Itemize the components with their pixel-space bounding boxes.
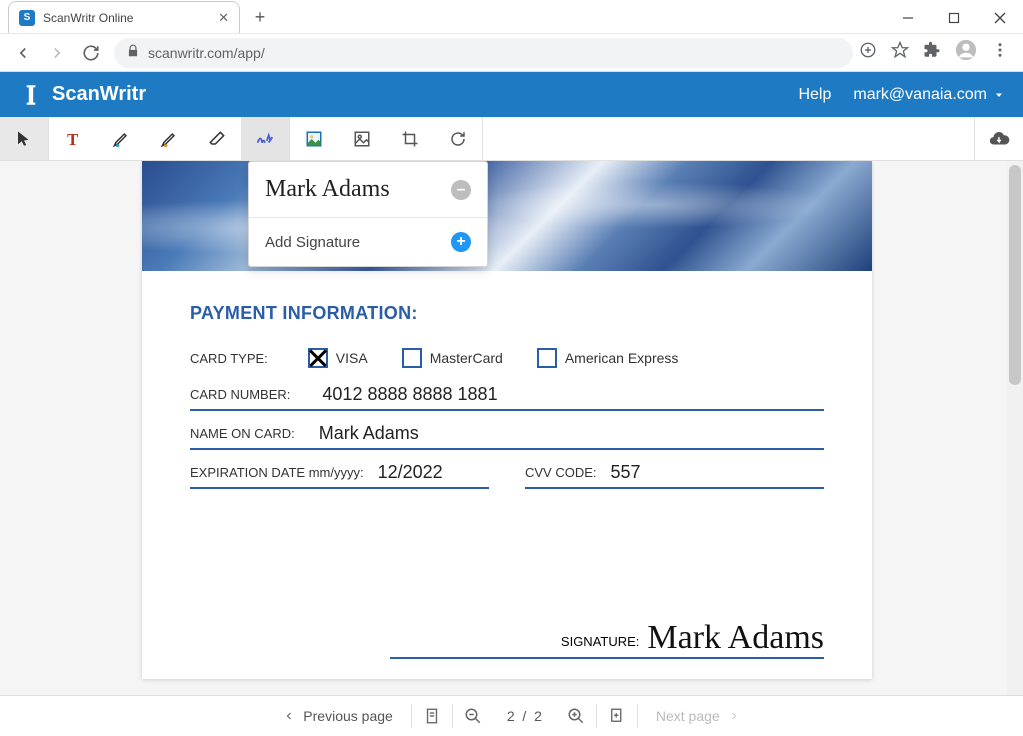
user-menu[interactable]: mark@vanaia.com (853, 86, 1005, 104)
signature-label: SIGNATURE: (561, 634, 640, 655)
crop-tool[interactable] (386, 117, 434, 160)
checkbox-visa[interactable] (308, 348, 328, 368)
tab-title: ScanWritr Online (43, 11, 218, 25)
add-page-button[interactable] (597, 696, 637, 736)
window-maximize-button[interactable] (931, 3, 977, 33)
add-signature-label: Add Signature (265, 234, 360, 251)
zoom-in-button[interactable] (556, 696, 596, 736)
pagination-footer: Previous page 2 / 2 Next page (0, 695, 1023, 735)
signature-tool[interactable] (241, 117, 289, 160)
card-type-amex-option[interactable]: American Express (537, 348, 679, 368)
card-type-row: CARD TYPE: VISA MasterCard American Expr… (190, 348, 824, 368)
highlighter-tool[interactable] (97, 117, 145, 160)
signature-item[interactable]: Mark Adams – (249, 162, 487, 217)
app-name: ScanWritr (52, 83, 146, 106)
browser-tab[interactable]: S ScanWritr Online ✕ (8, 1, 240, 33)
text-cursor-icon (18, 82, 44, 108)
tab-close-icon[interactable]: ✕ (218, 10, 229, 26)
browser-titlebar: S ScanWritr Online ✕ + (0, 0, 1023, 34)
next-page-button[interactable]: Next page (638, 696, 758, 736)
cvv-row: CVV CODE: 557 (525, 462, 824, 489)
app-header: ScanWritr Help mark@vanaia.com (0, 72, 1023, 117)
app-logo[interactable]: ScanWritr (18, 82, 146, 108)
card-number-label: CARD NUMBER: (190, 387, 290, 402)
expiration-row: EXPIRATION DATE mm/yyyy: 12/2022 (190, 462, 489, 489)
signature-value[interactable]: Mark Adams (647, 621, 824, 655)
eraser-tool[interactable] (193, 117, 241, 160)
new-tab-button[interactable]: + (246, 3, 274, 31)
profile-avatar-icon[interactable] (955, 39, 977, 66)
address-bar[interactable]: scanwritr.com/app/ (114, 38, 853, 68)
zoom-out-button[interactable] (453, 696, 493, 736)
add-signature-row[interactable]: Add Signature + (249, 217, 487, 266)
card-type-label: CARD TYPE: (190, 351, 268, 366)
signature-row: SIGNATURE: Mark Adams (390, 621, 824, 659)
url-text: scanwritr.com/app/ (148, 45, 265, 61)
editor-toolbar: T (0, 117, 1023, 161)
user-email: mark@vanaia.com (853, 86, 987, 104)
signature-dropdown: Mark Adams – Add Signature + (248, 161, 488, 267)
previous-page-label: Previous page (303, 708, 393, 724)
section-title: PAYMENT INFORMATION: (190, 303, 824, 324)
visa-label: VISA (336, 350, 368, 366)
image-fill-tool[interactable] (290, 117, 338, 160)
name-on-card-value[interactable]: Mark Adams (319, 423, 419, 444)
previous-page-button[interactable]: Previous page (265, 696, 411, 736)
select-tool[interactable] (0, 117, 48, 160)
page-sep: / (522, 708, 526, 724)
page-indicator: 2 / 2 (493, 708, 556, 724)
signature-item-name: Mark Adams (265, 176, 390, 203)
cvv-value[interactable]: 557 (611, 462, 641, 483)
page-total: 2 (534, 708, 542, 724)
cloud-download-button[interactable] (975, 117, 1023, 160)
extensions-icon[interactable] (923, 41, 941, 64)
browser-menu-icon[interactable] (991, 41, 1009, 64)
pen-tool[interactable] (145, 117, 193, 160)
checkbox-mastercard[interactable] (402, 348, 422, 368)
card-number-row: CARD NUMBER: 4012 8888 8888 1881 (190, 384, 824, 411)
chevron-right-icon (728, 710, 740, 722)
image-tool[interactable] (338, 117, 386, 160)
remove-signature-button[interactable]: – (451, 180, 471, 200)
zoom-indicator-icon[interactable] (859, 41, 877, 64)
nav-forward-button[interactable] (40, 36, 74, 70)
lock-icon (126, 44, 140, 61)
next-page-label: Next page (656, 708, 720, 724)
amex-label: American Express (565, 350, 679, 366)
scrollbar-thumb[interactable] (1009, 165, 1021, 385)
checkbox-amex[interactable] (537, 348, 557, 368)
add-signature-button[interactable]: + (451, 232, 471, 252)
fit-page-button[interactable] (412, 696, 452, 736)
window-close-button[interactable] (977, 3, 1023, 33)
svg-text:T: T (67, 129, 78, 148)
nav-reload-button[interactable] (74, 36, 108, 70)
bookmark-star-icon[interactable] (891, 41, 909, 64)
expiration-label: EXPIRATION DATE mm/yyyy: (190, 465, 364, 480)
expiration-value[interactable]: 12/2022 (378, 462, 443, 483)
chevron-down-icon (993, 89, 1005, 101)
page-current: 2 (507, 708, 515, 724)
vertical-scrollbar[interactable] (1007, 161, 1023, 695)
name-on-card-row: NAME ON CARD: Mark Adams (190, 423, 824, 450)
card-type-mastercard-option[interactable]: MasterCard (402, 348, 503, 368)
rotate-tool[interactable] (434, 117, 482, 160)
browser-address-row: scanwritr.com/app/ (0, 34, 1023, 72)
card-number-value[interactable]: 4012 8888 8888 1881 (322, 384, 497, 405)
nav-back-button[interactable] (6, 36, 40, 70)
chevron-left-icon (283, 710, 295, 722)
window-minimize-button[interactable] (885, 3, 931, 33)
card-type-visa-option[interactable]: VISA (308, 348, 368, 368)
document-canvas[interactable]: PAYMENT INFORMATION: CARD TYPE: VISA Mas… (0, 161, 1023, 695)
text-tool[interactable]: T (49, 117, 97, 160)
mastercard-label: MasterCard (430, 350, 503, 366)
name-on-card-label: NAME ON CARD: (190, 426, 295, 441)
tab-favicon: S (19, 10, 35, 26)
cvv-label: CVV CODE: (525, 465, 597, 480)
help-link[interactable]: Help (798, 86, 831, 104)
